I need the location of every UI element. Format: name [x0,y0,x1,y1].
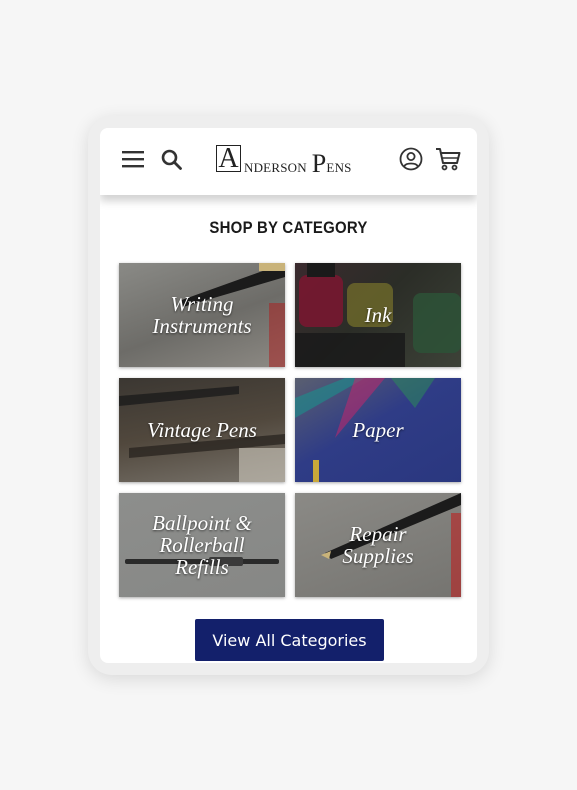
category-label-line: Supplies [342,544,414,568]
category-tile-repair-supplies[interactable]: Repair Supplies [295,493,461,597]
category-label: Vintage Pens [119,419,285,441]
category-label: Repair Supplies [295,523,461,567]
category-label-line: Refills [175,555,229,579]
category-label-line: Rollerball [159,533,245,557]
cart-icon[interactable] [435,147,461,171]
category-tile-paper[interactable]: Paper [295,378,461,482]
category-tile-writing-instruments[interactable]: Writing Instruments [119,263,285,367]
category-label: Ballpoint & Rollerball Refills [119,512,285,578]
brand-logo[interactable]: A nderson Pens [216,143,368,179]
view-all-categories-button[interactable]: View All Categories [195,619,384,661]
device-frame: A nderson Pens SHOP BY CATEGORY Writing … [88,116,489,675]
menu-icon[interactable] [122,150,144,168]
category-label: Writing Instruments [119,293,285,337]
logo-monogram-box: A [216,143,241,174]
logo-initial-p: P [311,149,327,178]
category-label-line: Paper [352,418,404,442]
category-tile-ink[interactable]: Ink [295,263,461,367]
category-label-line: Ink [364,303,392,327]
category-label-line: Instruments [152,314,252,338]
logo-initial-a: A [218,143,239,174]
category-label-line: Vintage Pens [147,418,257,442]
category-label: Ink [295,304,461,326]
mobile-screen: A nderson Pens SHOP BY CATEGORY Writing … [100,128,477,663]
logo-text-a: nderson [244,156,307,177]
site-header: A nderson Pens [100,128,477,195]
category-label-line: Writing [170,292,234,316]
category-label: Paper [295,419,461,441]
search-icon[interactable] [161,149,182,170]
account-icon[interactable] [399,147,423,171]
logo-wordmark: nderson Pens [244,149,352,179]
category-tile-refills[interactable]: Ballpoint & Rollerball Refills [119,493,285,597]
category-tile-vintage-pens[interactable]: Vintage Pens [119,378,285,482]
category-label-line: Repair [349,522,407,546]
category-label-line: Ballpoint & [152,511,252,535]
section-title: SHOP BY CATEGORY [209,218,368,237]
logo-text-p: ens [326,156,352,177]
